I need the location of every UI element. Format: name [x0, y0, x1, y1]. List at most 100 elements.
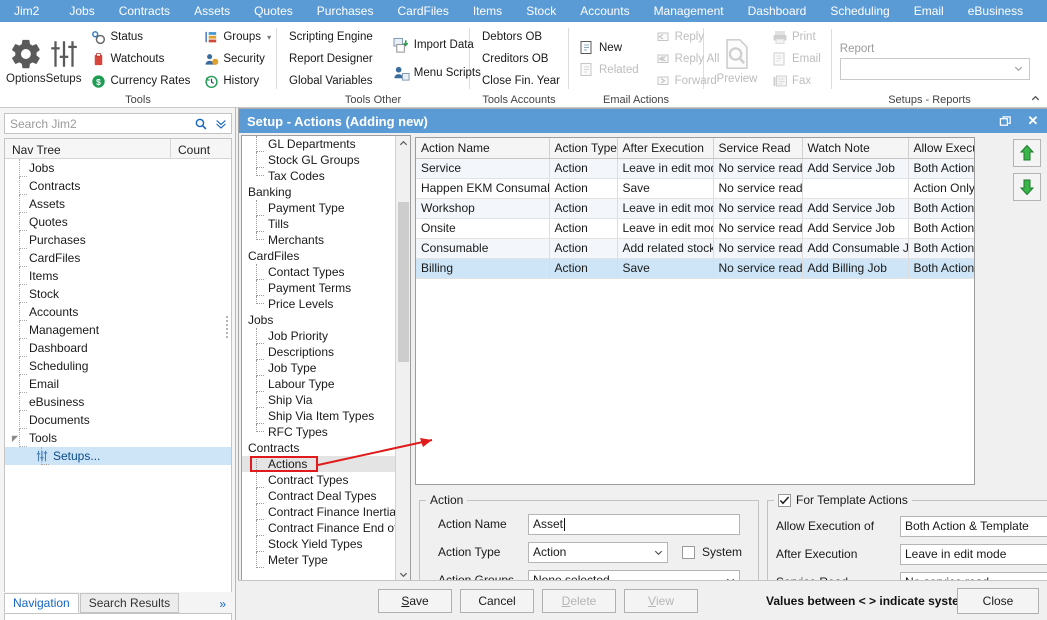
menu-tab-assets[interactable]: Assets	[182, 0, 242, 22]
nav-item-jobs[interactable]: Jobs	[5, 159, 231, 177]
action-type-combo[interactable]: Action	[528, 542, 668, 563]
save-button[interactable]: Save	[378, 589, 452, 613]
menu-tab-management[interactable]: Management	[642, 0, 736, 22]
setup-item-stock-yield-types[interactable]: Stock Yield Types	[242, 536, 410, 552]
menu-tab-dashboard[interactable]: Dashboard	[736, 0, 819, 22]
nav-item-setups[interactable]: Setups...	[5, 447, 231, 465]
table-row[interactable]: Happen EKM ConsumableActionSaveNo servic…	[416, 178, 975, 198]
options-button[interactable]: Options	[6, 34, 46, 85]
column-header-action-name[interactable]: Action Name	[416, 138, 549, 158]
nav-item-purchases[interactable]: Purchases	[5, 231, 231, 249]
report-designer-button[interactable]: Report Designer	[287, 49, 375, 69]
search-expand-icon[interactable]	[211, 117, 231, 131]
setup-item-descriptions[interactable]: Descriptions	[242, 344, 410, 360]
nav-item-items[interactable]: Items	[5, 267, 231, 285]
scripting-engine-button[interactable]: Scripting Engine	[287, 27, 375, 47]
nav-item-documents[interactable]: Documents	[5, 411, 231, 429]
close-fin-year-button[interactable]: Close Fin. Year	[480, 71, 562, 91]
menu-tab-documents[interactable]: Documents	[1035, 0, 1047, 22]
setup-item-merchants[interactable]: Merchants	[242, 232, 410, 248]
move-row-down-button[interactable]	[1013, 173, 1041, 201]
nav-resize-grip[interactable]	[225, 314, 230, 348]
setup-item-price-levels[interactable]: Price Levels	[242, 296, 410, 312]
column-header-action-type[interactable]: Action Type	[549, 138, 617, 158]
setup-item-job-priority[interactable]: Job Priority	[242, 328, 410, 344]
history-button[interactable]: History	[200, 71, 275, 91]
nav-tabs-overflow-icon[interactable]: »	[219, 597, 232, 613]
scroll-up-icon[interactable]	[396, 136, 410, 151]
security-button[interactable]: Security	[200, 49, 275, 69]
global-variables-button[interactable]: Global Variables	[287, 71, 375, 91]
restore-icon[interactable]	[991, 109, 1019, 133]
table-row[interactable]: OnsiteActionLeave in edit modeNo service…	[416, 218, 975, 238]
allow-execution-field[interactable]: Both Action & Template	[900, 516, 1047, 537]
watchouts-button[interactable]: Watchouts	[87, 49, 194, 69]
table-row[interactable]: BillingActionSaveNo service readAdd Bill…	[416, 258, 975, 278]
setup-item-contract-finance-inertia[interactable]: Contract Finance Inertia	[242, 504, 410, 520]
setup-item-contract-types[interactable]: Contract Types	[242, 472, 410, 488]
search-box[interactable]	[4, 113, 232, 134]
menu-tab-contracts[interactable]: Contracts	[107, 0, 182, 22]
close-button[interactable]: Close	[957, 588, 1039, 614]
setups-button[interactable]: Setups	[46, 34, 82, 85]
table-row[interactable]: WorkshopActionLeave in edit modeNo servi…	[416, 198, 975, 218]
report-combo[interactable]	[840, 58, 1030, 80]
creditors-ob-button[interactable]: Creditors OB	[480, 49, 562, 69]
for-template-actions-checkbox[interactable]	[778, 494, 791, 507]
nav-item-assets[interactable]: Assets	[5, 195, 231, 213]
setup-item-gl-departments[interactable]: GL Departments	[242, 136, 410, 152]
setup-list-scrollbar[interactable]	[395, 136, 410, 582]
setup-item-ship-via[interactable]: Ship Via	[242, 392, 410, 408]
status-button[interactable]: Status	[87, 27, 194, 47]
close-icon[interactable]: ✕	[1019, 109, 1047, 133]
setup-item-actions[interactable]: Actions	[242, 456, 410, 472]
email-new-button[interactable]: New	[575, 38, 643, 58]
column-header-allow-execution[interactable]: Allow Execution	[908, 138, 975, 158]
setup-item-payment-type[interactable]: Payment Type	[242, 200, 410, 216]
action-name-field[interactable]: Asset	[528, 514, 740, 535]
system-checkbox[interactable]	[682, 546, 695, 559]
menu-tab-email[interactable]: Email	[902, 0, 956, 22]
nav-item-management[interactable]: Management	[5, 321, 231, 339]
move-row-up-button[interactable]	[1013, 139, 1041, 167]
menu-tab-scheduling[interactable]: Scheduling	[818, 0, 901, 22]
menu-tab-purchases[interactable]: Purchases	[305, 0, 386, 22]
menu-tab-stock[interactable]: Stock	[514, 0, 568, 22]
collapse-ribbon-icon[interactable]	[1027, 90, 1043, 106]
setup-item-labour-type[interactable]: Labour Type	[242, 376, 410, 392]
table-row[interactable]: ConsumableActionAdd related stockNo serv…	[416, 238, 975, 258]
table-row[interactable]: ServiceActionLeave in edit modeNo servic…	[416, 158, 975, 178]
setup-item-payment-terms[interactable]: Payment Terms	[242, 280, 410, 296]
setup-item-cardfiles[interactable]: CardFiles	[242, 248, 410, 264]
column-header-service-read[interactable]: Service Read	[713, 138, 802, 158]
nav-item-stock[interactable]: Stock	[5, 285, 231, 303]
expander-icon[interactable]	[11, 434, 20, 443]
nav-item-email[interactable]: Email	[5, 375, 231, 393]
setup-item-tills[interactable]: Tills	[242, 216, 410, 232]
chevron-down-icon[interactable]	[1013, 63, 1024, 74]
menu-brand-jim2[interactable]: Jim2	[0, 0, 57, 22]
tab-search-results[interactable]: Search Results	[80, 593, 179, 613]
menu-tab-cardfiles[interactable]: CardFiles	[385, 0, 460, 22]
nav-item-cardfiles[interactable]: CardFiles	[5, 249, 231, 267]
menu-tab-items[interactable]: Items	[461, 0, 514, 22]
nav-item-ebusiness[interactable]: eBusiness	[5, 393, 231, 411]
menu-tab-jobs[interactable]: Jobs	[57, 0, 106, 22]
setup-item-ship-via-item-types[interactable]: Ship Via Item Types	[242, 408, 410, 424]
nav-item-accounts[interactable]: Accounts	[5, 303, 231, 321]
column-header-watch-note[interactable]: Watch Note	[802, 138, 908, 158]
tab-navigation[interactable]: Navigation	[4, 593, 79, 613]
nav-item-tools[interactable]: Tools	[5, 429, 231, 447]
search-icon[interactable]	[191, 117, 211, 131]
nav-column-header-navtree[interactable]: Nav Tree	[5, 139, 171, 158]
setup-item-contract-deal-types[interactable]: Contract Deal Types	[242, 488, 410, 504]
groups-button[interactable]: Groups ▾	[200, 27, 275, 47]
nav-item-contracts[interactable]: Contracts	[5, 177, 231, 195]
nav-item-quotes[interactable]: Quotes	[5, 213, 231, 231]
setup-item-rfc-types[interactable]: RFC Types	[242, 424, 410, 440]
setup-item-contract-finance-end-of-te[interactable]: Contract Finance End of Te	[242, 520, 410, 536]
setup-item-tax-codes[interactable]: Tax Codes	[242, 168, 410, 184]
nav-column-header-count[interactable]: Count	[171, 139, 231, 158]
menu-tab-ebusiness[interactable]: eBusiness	[956, 0, 1035, 22]
chevron-down-icon[interactable]	[650, 547, 667, 558]
